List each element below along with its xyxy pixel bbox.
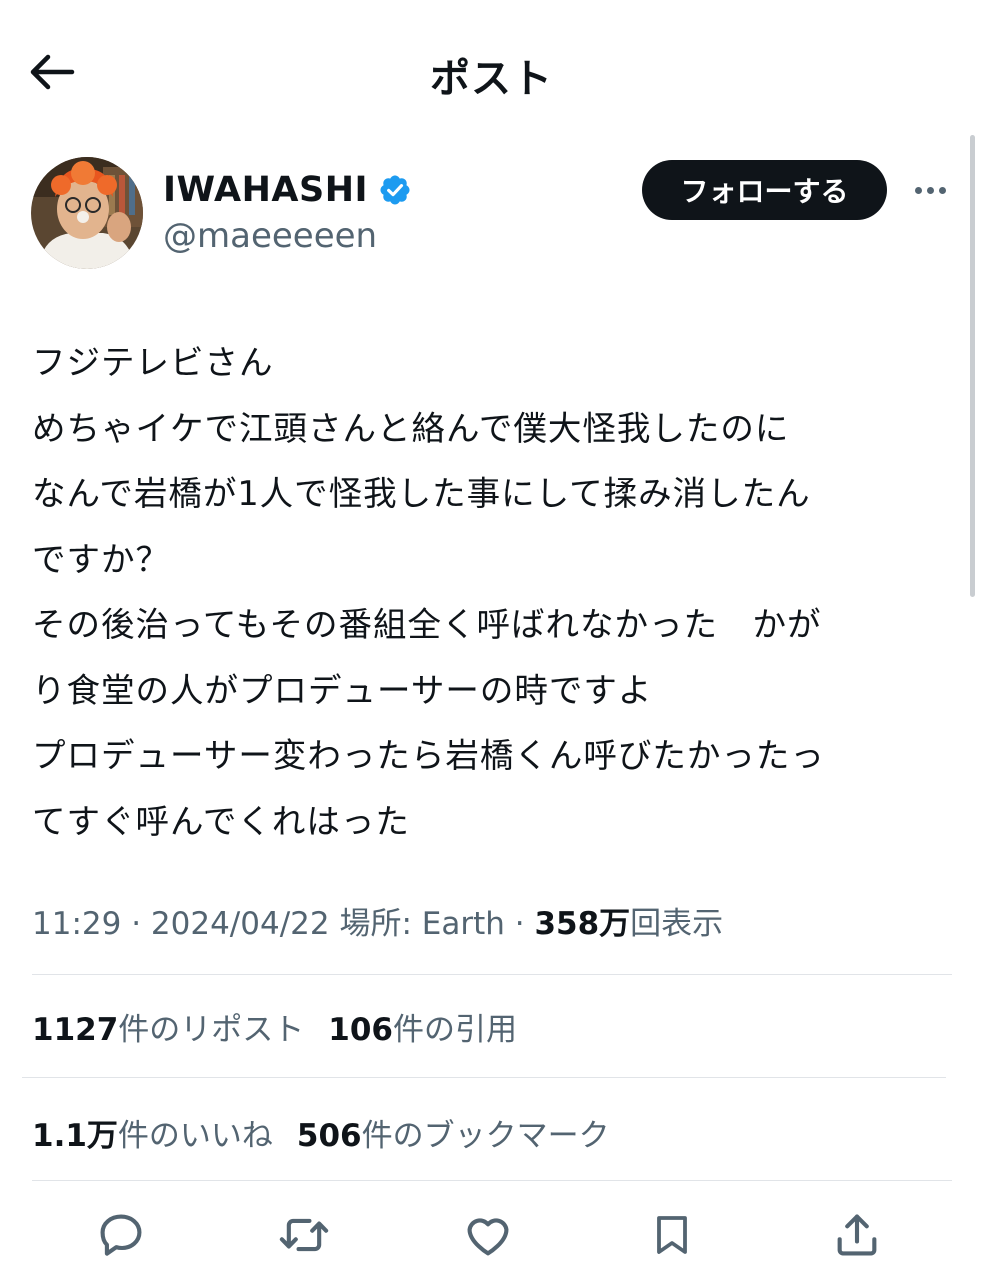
author-handle[interactable]: @maeeeeen: [163, 216, 377, 256]
scrollbar[interactable]: [970, 135, 975, 597]
tweet-date[interactable]: 2024/04/22: [151, 906, 330, 942]
views-label: 回表示: [630, 906, 724, 942]
author-display-name[interactable]: IWAHASHI: [163, 170, 412, 210]
verified-badge-icon: [380, 175, 410, 205]
tweet-line: ですか？: [32, 539, 170, 579]
more-dot: [926, 186, 934, 194]
tweet-line: り食堂の人がプロデューサーの時ですよ: [32, 670, 653, 710]
tweet-meta: 11:29 · 2024/04/22 場所: Earth · 358万回表示: [32, 906, 724, 942]
bookmarks-stat[interactable]: 506件のブックマーク: [297, 1118, 610, 1154]
more-dot: [938, 186, 946, 194]
tweet-line: フジテレビさん: [32, 343, 274, 382]
more-icon[interactable]: [908, 175, 952, 205]
page-title: ポスト: [430, 56, 553, 102]
author-name-text: IWAHASHI: [163, 170, 369, 210]
more-dot: [914, 186, 922, 194]
repost-quote-stats: 1127件のリポスト 106件の引用: [32, 1004, 517, 1049]
likes-stat[interactable]: 1.1万件のいいね: [32, 1118, 273, 1154]
bookmark-button[interactable]: [642, 1205, 702, 1265]
quotes-count: 106: [328, 1012, 393, 1048]
divider: [32, 1180, 952, 1181]
avatar-image: [31, 157, 143, 269]
tweet-time[interactable]: 11:29: [32, 906, 121, 942]
bookmarks-count: 506: [296, 1118, 362, 1154]
tweet-text: フジテレビさん めちゃイケで江頭さんと絡んで僕大怪我したのに なんで岩橋が1人で…: [32, 330, 962, 854]
divider: [22, 1077, 946, 1078]
divider: [32, 974, 952, 975]
reposts-label: 件のリポスト: [118, 1012, 305, 1048]
like-icon: [467, 1218, 509, 1256]
reply-icon: [100, 1214, 142, 1256]
bookmark-icon: [657, 1216, 687, 1254]
share-icon: [837, 1214, 877, 1256]
repost-button[interactable]: [274, 1205, 334, 1265]
repost-icon: [279, 1218, 329, 1252]
share-button[interactable]: [827, 1205, 887, 1265]
tweet-line: なんで岩橋が1人で怪我した事にして揉み消したん: [32, 474, 811, 513]
tweet-line: めちゃイケで江頭さんと絡んで僕大怪我したのに: [32, 408, 790, 448]
reposts-stat[interactable]: 1127件のリポスト: [32, 1012, 304, 1048]
reply-button[interactable]: [91, 1205, 151, 1265]
like-button[interactable]: [458, 1205, 518, 1265]
quotes-stat[interactable]: 106件の引用: [328, 1012, 517, 1048]
likes-count: 1.1万: [32, 1118, 118, 1154]
likes-label: 件のいいね: [117, 1118, 273, 1154]
action-bar: [0, 1205, 983, 1269]
tweet-line: その後治ってもその番組全く呼ばれなかった かが: [32, 605, 822, 644]
tweet-line: プロデューサー変わったら岩橋くん呼びたかったっ: [32, 736, 825, 775]
views-count: 358万: [534, 906, 631, 942]
bookmarks-label: 件のブックマーク: [361, 1118, 610, 1154]
follow-button[interactable]: フォローする: [642, 160, 887, 220]
quotes-label: 件の引用: [393, 1012, 517, 1048]
tweet-location: 場所: Earth: [339, 906, 505, 942]
like-bookmark-stats: 1.1万件のいいね 506件のブックマーク: [32, 1110, 610, 1155]
tweet-line: てすぐ呼んでくれはった: [32, 801, 410, 841]
header: ポスト: [0, 0, 983, 140]
avatar[interactable]: [31, 157, 143, 269]
reposts-count: 1127: [32, 1012, 119, 1048]
